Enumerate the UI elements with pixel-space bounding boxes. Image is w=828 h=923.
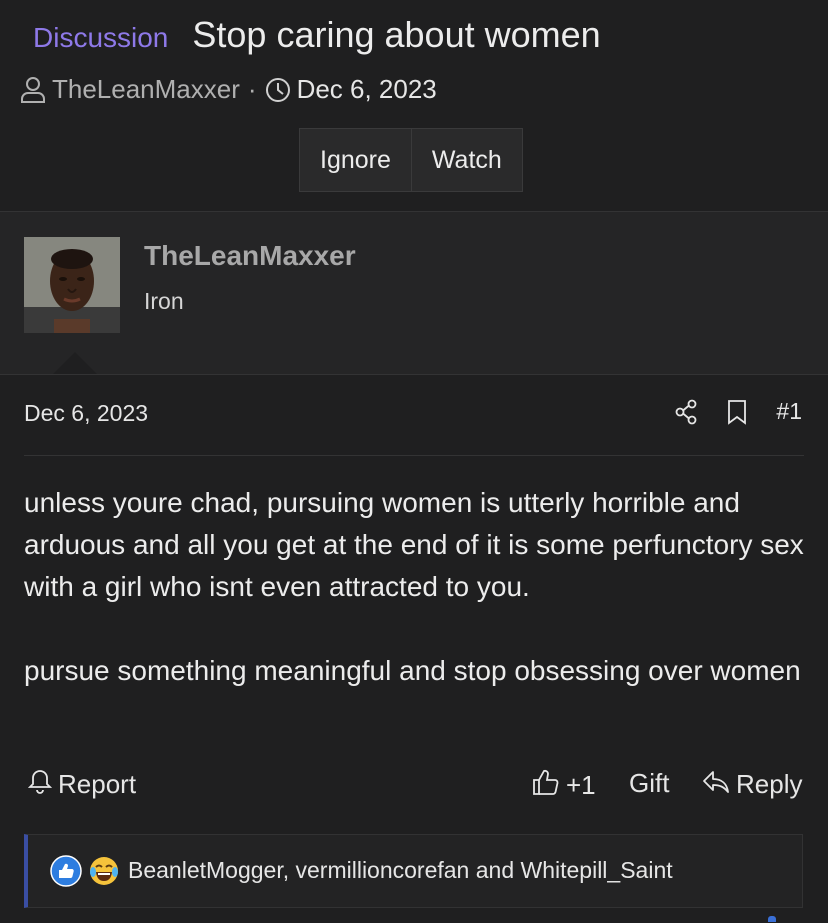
thread-author[interactable]: TheLeanMaxxer bbox=[52, 74, 240, 105]
reactions-bar[interactable]: BeanletMogger, vermillioncorefan and Whi… bbox=[24, 834, 803, 908]
post-tools: #1 bbox=[646, 398, 802, 425]
ignore-button[interactable]: Ignore bbox=[300, 129, 411, 191]
thread-title: Stop caring about women bbox=[192, 14, 601, 55]
reply-icon bbox=[702, 768, 736, 801]
post-paragraph: pursue something meaningful and stop obs… bbox=[24, 655, 801, 686]
thumbs-up-icon bbox=[532, 768, 566, 803]
bookmark-icon[interactable] bbox=[726, 399, 748, 425]
gift-button[interactable]: Gift bbox=[629, 768, 669, 799]
like-button[interactable]: +1 bbox=[532, 768, 596, 803]
avatar[interactable] bbox=[24, 237, 120, 333]
post-number[interactable]: #1 bbox=[776, 398, 802, 425]
divider bbox=[24, 455, 804, 456]
post-actions: Report +1 Gift Reply bbox=[0, 762, 828, 808]
post-paragraph: unless youre chad, pursuing women is utt… bbox=[24, 487, 804, 602]
like-count: +1 bbox=[566, 770, 596, 800]
reply-label: Reply bbox=[736, 769, 803, 799]
reaction-names[interactable]: BeanletMogger, vermillioncorefan and Whi… bbox=[128, 857, 673, 884]
post-date[interactable]: Dec 6, 2023 bbox=[24, 400, 148, 427]
bell-icon bbox=[27, 768, 58, 801]
thread-meta: TheLeanMaxxer · Dec 6, 2023 bbox=[20, 74, 437, 105]
meta-separator: · bbox=[247, 74, 257, 104]
thread-title-row: Discussion Stop caring about women bbox=[33, 14, 601, 56]
reply-button[interactable]: Reply bbox=[702, 768, 802, 801]
report-label: Report bbox=[58, 769, 137, 799]
watch-button[interactable]: Watch bbox=[410, 129, 522, 191]
like-reaction-icon bbox=[50, 855, 82, 887]
clock-icon bbox=[265, 77, 291, 103]
share-icon[interactable] bbox=[674, 399, 698, 425]
thread-prefix[interactable]: Discussion bbox=[33, 22, 168, 54]
report-button[interactable]: Report bbox=[27, 768, 137, 801]
post-username[interactable]: TheLeanMaxxer bbox=[144, 240, 356, 272]
thread-date[interactable]: Dec 6, 2023 bbox=[297, 74, 437, 105]
userbar-arrow bbox=[53, 352, 97, 374]
laugh-cry-reaction-icon bbox=[88, 855, 120, 887]
user-icon bbox=[20, 76, 46, 104]
reaction-icons bbox=[50, 855, 126, 887]
post-userbar bbox=[0, 212, 828, 374]
post-body: unless youre chad, pursuing women is utt… bbox=[24, 482, 814, 734]
divider bbox=[0, 374, 828, 375]
thread-button-group: Ignore Watch bbox=[299, 128, 523, 192]
partial-blue-element bbox=[768, 916, 776, 922]
post-user-rank: Iron bbox=[144, 288, 184, 314]
